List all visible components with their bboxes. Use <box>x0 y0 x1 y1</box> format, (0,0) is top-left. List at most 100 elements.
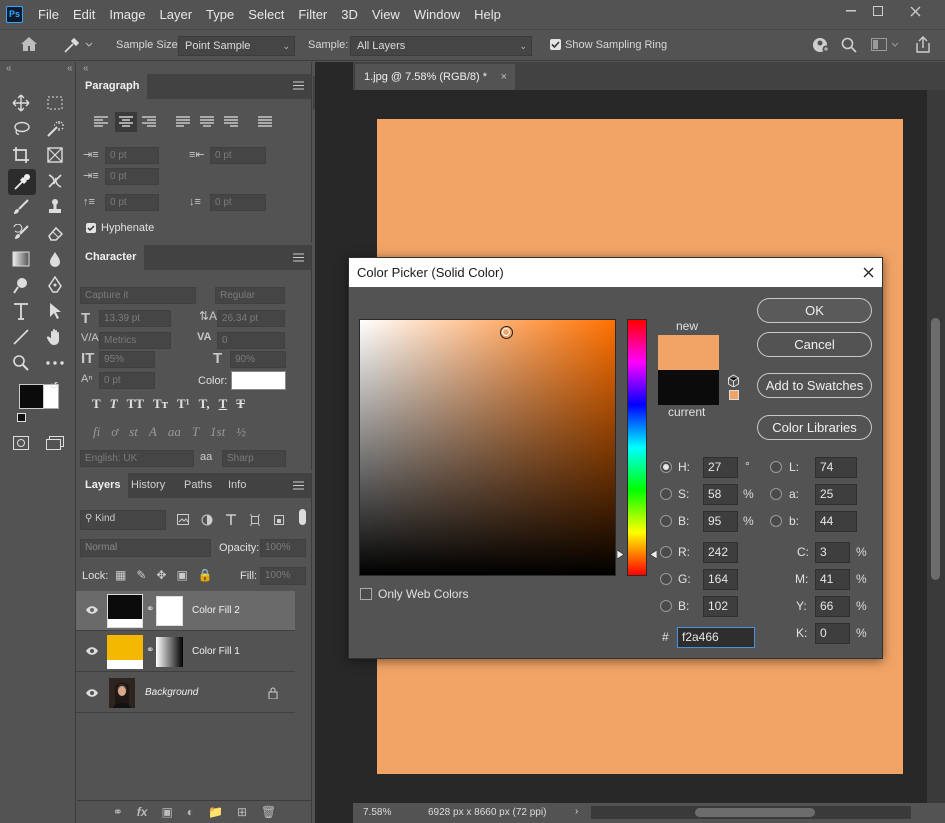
justify-right-icon[interactable] <box>224 116 238 128</box>
menu-image[interactable]: Image <box>102 7 152 22</box>
web-safe-swatch[interactable] <box>729 390 739 400</box>
gradient-tool-icon[interactable] <box>10 248 32 270</box>
swash-button[interactable]: st <box>129 424 138 440</box>
default-colors-icon[interactable] <box>17 413 26 422</box>
color-libraries-button[interactable]: Color Libraries <box>757 415 872 440</box>
menu-help[interactable]: Help <box>467 7 508 22</box>
frame-tool-icon[interactable] <box>44 144 66 166</box>
hue-field[interactable]: 27 <box>703 457 738 478</box>
anti-alias-select[interactable]: Sharp <box>222 450 286 467</box>
saturation-radio[interactable] <box>660 488 672 500</box>
menu-view[interactable]: View <box>365 7 407 22</box>
document-tab[interactable]: 1.jpg @ 7.58% (RGB/8) * × <box>355 64 515 90</box>
tab-info[interactable]: Info <box>220 473 254 498</box>
saturation-brightness-field[interactable] <box>359 319 616 576</box>
strikethrough-button[interactable]: T <box>236 396 245 412</box>
magic-wand-icon[interactable] <box>44 118 66 140</box>
blue-field[interactable]: 102 <box>703 596 738 617</box>
cancel-button[interactable]: Cancel <box>757 332 872 357</box>
justify-all-icon[interactable] <box>258 116 272 128</box>
menu-select[interactable]: Select <box>241 7 291 22</box>
vertical-scale-field[interactable]: 95% <box>99 351 155 368</box>
delete-layer-icon[interactable]: 🗑 <box>261 805 276 819</box>
green-field[interactable]: 164 <box>703 569 738 590</box>
old-style-button[interactable]: ơ <box>111 424 118 440</box>
menu-window[interactable]: Window <box>407 7 467 22</box>
filter-toggle[interactable] <box>299 509 306 525</box>
pixel-filter-icon[interactable] <box>177 514 189 525</box>
layer-name[interactable]: Color Fill 2 <box>192 605 240 616</box>
current-color-swatch[interactable] <box>658 370 719 405</box>
justify-left-icon[interactable] <box>176 116 190 128</box>
lightness-field[interactable]: 74 <box>815 457 857 478</box>
contextual-button[interactable]: T <box>192 424 199 440</box>
justify-center-icon[interactable] <box>200 116 214 128</box>
zoom-tool-icon[interactable] <box>10 352 32 374</box>
b-channel-field[interactable]: 44 <box>815 511 857 532</box>
hex-field[interactable]: f2a466 <box>677 627 755 648</box>
scroll-thumb[interactable] <box>931 318 940 580</box>
red-field[interactable]: 242 <box>703 542 738 563</box>
magenta-field[interactable]: 41 <box>815 569 850 590</box>
layer-name[interactable]: Color Fill 1 <box>192 646 240 657</box>
small-caps-button[interactable]: Tт <box>153 396 168 412</box>
yellow-field[interactable]: 66 <box>815 596 850 617</box>
link-layers-icon[interactable]: ⚭ <box>113 805 123 819</box>
layer-name[interactable]: Background <box>145 687 198 698</box>
mask-link-icon[interactable]: ⚭ <box>146 645 154 656</box>
kerning-select[interactable]: Metrics <box>99 332 171 349</box>
align-left-icon[interactable] <box>94 116 108 128</box>
align-center-icon[interactable] <box>115 112 137 132</box>
b-channel-radio[interactable] <box>770 515 782 527</box>
brush-tool-icon[interactable] <box>10 196 32 218</box>
menu-filter[interactable]: Filter <box>291 7 334 22</box>
hand-tool-icon[interactable] <box>44 326 66 348</box>
hue-slider[interactable] <box>627 319 647 576</box>
hue-slider-left-handle[interactable] <box>617 550 625 559</box>
all-caps-button[interactable]: TT <box>127 396 144 412</box>
share-icon[interactable] <box>915 36 931 53</box>
collapse-icon[interactable]: « <box>83 63 89 74</box>
sample-select[interactable]: All Layers ⌄ <box>350 36 532 56</box>
spot-healing-icon[interactable] <box>44 170 66 192</box>
tab-character[interactable]: Character <box>77 245 145 270</box>
marquee-tool-icon[interactable] <box>44 92 66 114</box>
maximize-icon[interactable] <box>863 2 893 20</box>
minimize-icon[interactable] <box>836 2 866 20</box>
ligature-button[interactable]: fi <box>93 424 100 440</box>
history-brush-icon[interactable] <box>10 222 32 244</box>
font-style-select[interactable]: Regular <box>215 287 285 304</box>
line-tool-icon[interactable] <box>10 326 32 348</box>
account-icon[interactable] <box>812 37 830 53</box>
foreground-color-swatch[interactable] <box>19 384 44 409</box>
blur-tool-icon[interactable] <box>44 248 66 270</box>
visibility-eye-icon[interactable] <box>85 688 99 698</box>
a-channel-field[interactable]: 25 <box>815 484 857 505</box>
swap-colors-icon[interactable]: ↺ <box>50 381 58 392</box>
lock-position-icon[interactable]: ✥ <box>156 568 166 582</box>
faux-bold-button[interactable]: T <box>92 396 101 412</box>
hyphenate-checkbox[interactable] <box>86 223 96 233</box>
fractions-button[interactable]: ½ <box>236 424 246 440</box>
green-radio[interactable] <box>660 573 672 585</box>
layer-row-color-fill-1[interactable]: ⚭ Color Fill 1 <box>76 632 295 672</box>
ok-button[interactable]: OK <box>757 298 872 323</box>
menu-edit[interactable]: Edit <box>66 7 102 22</box>
search-icon[interactable] <box>841 37 857 53</box>
layer-mask-thumb[interactable] <box>156 637 183 667</box>
type-filter-icon[interactable] <box>225 514 237 526</box>
underline-button[interactable]: T <box>219 396 228 412</box>
fill-field[interactable]: 100% <box>260 567 306 585</box>
sample-size-select[interactable]: Point Sample ⌄ <box>178 36 295 56</box>
brightness-radio[interactable] <box>660 515 672 527</box>
out-of-gamut-cube-icon[interactable] <box>727 374 740 387</box>
indent-right-field[interactable]: 0 pt <box>210 147 266 164</box>
tab-paths[interactable]: Paths <box>176 473 220 498</box>
close-tab-icon[interactable]: × <box>501 64 507 90</box>
text-color-swatch[interactable] <box>231 371 286 390</box>
layer-row-background[interactable]: Background <box>76 673 295 713</box>
menu-layer[interactable]: Layer <box>153 7 200 22</box>
black-field[interactable]: 0 <box>815 623 850 644</box>
blend-mode-select[interactable]: Normal <box>80 539 211 557</box>
menu-file[interactable]: File <box>31 7 66 22</box>
